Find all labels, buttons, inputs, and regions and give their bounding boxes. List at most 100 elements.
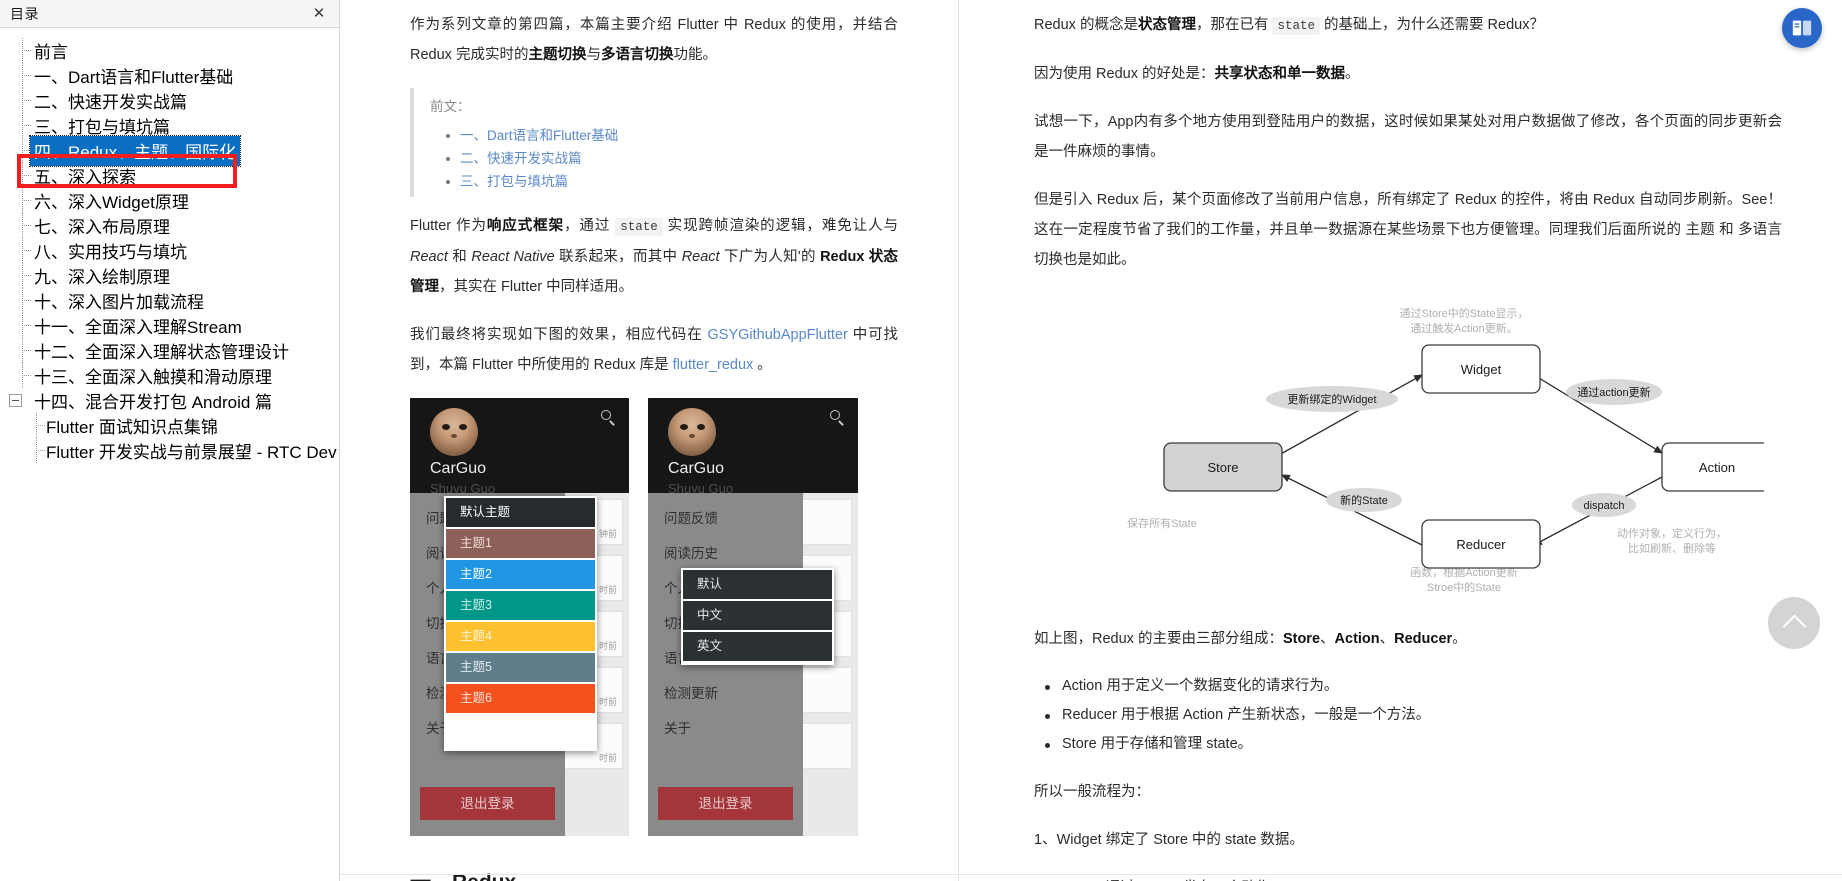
sidebar-item-2[interactable]: 一、Dart语言和Flutter基础 (0, 63, 339, 88)
p2-e: React (410, 249, 448, 265)
feed-time: 时前 (598, 753, 617, 763)
app-root: 目录 ✕ 前言 一、Dart语言和Flutter基础 二、快速开发实战篇 三、打包与填… (0, 0, 1842, 881)
language-option-1[interactable]: 默认 (683, 570, 832, 599)
link-gsy-github-app-flutter[interactable]: GSYGithubAppFlutter (708, 327, 848, 343)
toc-tree[interactable]: 前言 一、Dart语言和Flutter基础二、快速开发实战篇 三、打包与填坑篇 四、R… (0, 28, 339, 881)
sidebar-item-9[interactable]: 八、实用技巧与填坑 (0, 238, 339, 263)
feed-time: 时前 (598, 697, 617, 707)
sidebar-item-label: 十四、混合开发打包 Android 篇 (34, 393, 273, 412)
link-prev-article-3[interactable]: 三、打包与填坑篇 (460, 174, 568, 189)
sidebar-item-label: 十二、全面深入理解状态管理设计 (34, 343, 289, 362)
drawer-item-about[interactable]: 关于 (648, 711, 803, 746)
drawer-item-feedback[interactable]: 问题反馈 (648, 501, 803, 536)
link-prev-article-1[interactable]: 一、Dart语言和Flutter基础 (460, 128, 618, 143)
sidebar-item-1[interactable]: 前言 (0, 38, 339, 63)
screenshot-theme-switch: 钟前 时前 时前 时前 时前 CarGuo Shuyu Guo 关于 退出登录 … (410, 398, 629, 836)
tree-tick (22, 125, 31, 126)
close-icon[interactable]: ✕ (311, 5, 327, 22)
theme-option-6[interactable]: 主题5 (446, 653, 595, 682)
paragraph-scenario: 试想一下，App内有多个地方使用到登陆用户的数据，这时候如果某处对用户数据做了修… (1034, 114, 1782, 160)
sidebar-item-12[interactable]: 十一、全面深入理解Stream (0, 313, 339, 338)
search-icon[interactable] (830, 410, 845, 426)
r5-action: Action (1334, 631, 1380, 647)
book-logo-icon[interactable] (1782, 8, 1822, 48)
paragraph-three-parts: 如上图，Redux 的主要由三部分组成：Store、Action、Reducer… (1034, 624, 1782, 654)
document-page-right: Redux 的概念是状态管理，那在已有 state 的基础上，为什么还需要 Re… (958, 0, 1842, 881)
back-to-top-button[interactable] (1768, 597, 1820, 649)
r5-a: 如上图，Redux 的主要由三部分组成： (1034, 631, 1283, 647)
tree-tick (22, 50, 31, 51)
sidebar-item-11[interactable]: 十、深入图片加载流程 (0, 288, 339, 313)
list-item: Action 用于定义一个数据变化的请求行为。 (1042, 672, 1782, 701)
r2-a: 因为使用 Redux 的好处是： (1034, 66, 1215, 82)
toc-header: 目录 ✕ (0, 0, 339, 28)
p2-f: 和 (452, 249, 468, 265)
r5-sep2: 、 (1379, 631, 1395, 647)
sidebar-item-10[interactable]: 九、深入绘制原理 (0, 263, 339, 288)
drawer-item-history[interactable]: 阅读历史 (648, 536, 803, 571)
theme-option-4[interactable]: 主题3 (446, 591, 595, 620)
sidebar-item-label: 七、深入布局原理 (34, 218, 170, 237)
tree-tick (22, 225, 31, 226)
sidebar-item-label: Flutter 开发实战与前景展望 - RTC Dev Me (46, 443, 339, 462)
sidebar-item-label: 五、深入探索 (34, 168, 136, 187)
theme-option-blank (446, 715, 595, 747)
screenshot-language-switch: CarGuo Shuyu Guo 问题反馈 阅读历史 个人中心 切换主题 语言切… (648, 398, 858, 836)
sidebar-item-label: 十一、全面深入理解Stream (34, 318, 242, 337)
link-flutter-redux[interactable]: flutter_redux (673, 357, 754, 373)
sidebar-item-label: 四、Redux、主题、国际化 (28, 134, 242, 167)
logout-button[interactable]: 退出登录 (420, 787, 555, 820)
tree-tick (22, 75, 31, 76)
svg-text:通过触发Action更新。: 通过触发Action更新。 (1410, 321, 1518, 335)
svg-text:保存所有State: 保存所有State (1127, 516, 1197, 530)
sidebar-item-label: Flutter 面试知识点集锦 (46, 418, 218, 437)
theme-option-1[interactable]: 默认主题 (446, 498, 595, 527)
sidebar-item-label: 二、快速开发实战篇 (34, 93, 187, 112)
sidebar-item-15[interactable]: 十四、混合开发打包 Android 篇 (0, 388, 339, 413)
theme-option-5[interactable]: 主题4 (446, 622, 595, 651)
sidebar-item-7[interactable]: 六、深入Widget原理 (0, 188, 339, 213)
collapse-toggle-icon[interactable] (9, 394, 22, 407)
list-item: 一、Dart语言和Flutter基础 (446, 124, 898, 147)
sidebar-item-3[interactable]: 二、快速开发实战篇 (0, 88, 339, 113)
sidebar-item-16[interactable]: Flutter 面试知识点集锦 (0, 413, 339, 438)
sidebar-item-17[interactable]: Flutter 开发实战与前景展望 - RTC Dev Me (0, 438, 339, 463)
feed-time: 时前 (598, 641, 617, 651)
previous-articles-list: 一、Dart语言和Flutter基础 二、快速开发实战篇 三、打包与填坑篇 (446, 124, 898, 193)
language-option-3[interactable]: 英文 (683, 632, 832, 661)
sidebar-item-8[interactable]: 七、深入布局原理 (0, 213, 339, 238)
intro-text-e: 功能。 (673, 47, 717, 63)
drawer-header: CarGuo Shuyu Guo (648, 398, 858, 496)
logout-button[interactable]: 退出登录 (658, 787, 793, 820)
sidebar-item-5[interactable]: 四、Redux、主题、国际化 (0, 134, 339, 167)
paragraph-reactive: Flutter 作为响应式框架，通过 state 实现跨帧渲染的逻辑，难免让人与… (410, 211, 898, 302)
theme-option-2[interactable]: 主题1 (446, 529, 595, 558)
tree-tick (22, 350, 31, 351)
sidebar-item-label: 八、实用技巧与填坑 (34, 243, 187, 262)
tree-tick (36, 425, 45, 426)
sidebar-item-6[interactable]: 五、深入探索 (0, 163, 339, 188)
theme-option-3[interactable]: 主题2 (446, 560, 595, 589)
document-page-left: 作为系列文章的第四篇，本篇主要介绍 Flutter 中 Redux 的使用，并结… (340, 0, 958, 881)
r2-c: 。 (1344, 66, 1360, 82)
sidebar-item-4[interactable]: 三、打包与填坑篇 (0, 113, 339, 138)
sidebar-item-14[interactable]: 十三、全面深入触摸和滑动原理 (0, 363, 339, 388)
document-viewer[interactable]: 作为系列文章的第四篇，本篇主要介绍 Flutter 中 Redux 的使用，并结… (340, 0, 1842, 881)
svg-text:Widget: Widget (1461, 362, 1502, 377)
tree-tick (22, 175, 31, 176)
link-prev-article-2[interactable]: 二、快速开发实战篇 (460, 151, 582, 166)
search-icon[interactable] (601, 410, 616, 426)
theme-options-popup[interactable]: 默认主题 主题1 主题2 主题3 主题4 主题5 主题6 (444, 496, 597, 751)
p3-c: 。 (757, 357, 772, 373)
chevron-up-icon (1781, 613, 1807, 639)
drawer-item-update[interactable]: 检测更新 (648, 676, 803, 711)
tree-tick (22, 375, 31, 376)
sidebar-item-13[interactable]: 十二、全面深入理解状态管理设计 (0, 338, 339, 363)
theme-option-7[interactable]: 主题6 (446, 684, 595, 713)
language-options-popup[interactable]: 默认 中文 英文 (681, 568, 834, 665)
tree-tick (22, 100, 31, 101)
svg-text:更新绑定的Widget: 更新绑定的Widget (1287, 392, 1376, 406)
r2-b: 共享状态和单一数据 (1214, 66, 1345, 82)
language-option-2[interactable]: 中文 (683, 601, 832, 630)
intro-text-d: 多语言切换 (600, 47, 674, 63)
